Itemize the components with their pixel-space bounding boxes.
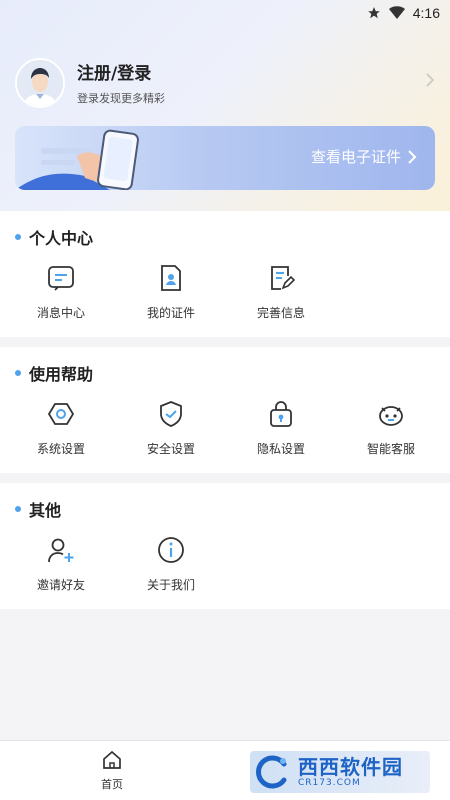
- personal-center-section: 个人中心 消息中心 我的证件 完善信息: [0, 211, 450, 337]
- grid-item-complete-info[interactable]: 完善信息: [226, 261, 336, 321]
- grid-item-system-settings[interactable]: 系统设置: [6, 397, 116, 457]
- watermark-c-logo-icon: [256, 755, 287, 789]
- grid-item-security-settings[interactable]: 安全设置: [116, 397, 226, 457]
- status-time: 4:16: [412, 5, 440, 21]
- nav-home-label: 首页: [101, 778, 123, 791]
- watermark-brand: 西西软件园: [298, 755, 403, 779]
- grid-item-my-certificates[interactable]: 我的证件: [116, 261, 226, 321]
- e-certificate-banner[interactable]: 查看电子证件: [15, 126, 435, 190]
- bottom-nav: 首页 西西软件园 CR173.COM: [0, 740, 450, 800]
- section-title: 其他: [15, 497, 61, 521]
- grid-item-label: 完善信息: [256, 306, 305, 320]
- add-user-icon: [44, 533, 78, 567]
- grid-item-label: 安全设置: [146, 442, 195, 456]
- grid-item-label: 邀请好友: [36, 578, 85, 592]
- profile-login-entry[interactable]: 注册/登录 登录发现更多精彩: [15, 55, 440, 110]
- grid-item-smart-service[interactable]: 智能客服: [336, 397, 446, 457]
- other-section: 其他 邀请好友 关于我们: [0, 483, 450, 609]
- watermark-logo: 西西软件园 CR173.COM: [250, 751, 430, 793]
- nav-home-tab[interactable]: 首页: [90, 749, 134, 792]
- view-e-certificate-button[interactable]: 查看电子证件: [311, 146, 417, 167]
- star-icon: [367, 7, 380, 19]
- grid-item-invite-friends[interactable]: 邀请好友: [6, 533, 116, 593]
- chevron-right-icon: [408, 149, 417, 164]
- section-title-text: 个人中心: [29, 229, 94, 248]
- shield-icon: [154, 397, 188, 431]
- grid-item-label: 智能客服: [366, 442, 415, 456]
- message-icon: [44, 261, 78, 295]
- chevron-right-icon[interactable]: [420, 72, 440, 93]
- grid-item-about-us[interactable]: 关于我们: [116, 533, 226, 593]
- watermark-url: CR173.COM: [298, 778, 361, 788]
- grid-item-label: 系统设置: [36, 442, 85, 456]
- lock-icon: [264, 397, 298, 431]
- settings-icon: [44, 397, 78, 431]
- grid-item-label: 我的证件: [146, 306, 195, 320]
- section-title: 使用帮助: [15, 361, 93, 385]
- wifi-icon: [388, 6, 405, 19]
- section-title-text: 使用帮助: [29, 365, 94, 384]
- grid-item-label: 关于我们: [146, 578, 195, 592]
- grid-item-message-center[interactable]: 消息中心: [6, 261, 116, 321]
- grid-item-label: 隐私设置: [256, 442, 305, 456]
- section-dot: [15, 234, 21, 240]
- section-dot: [15, 370, 21, 376]
- section-title-text: 其他: [29, 501, 62, 520]
- login-subtitle: 登录发现更多精彩: [77, 92, 165, 105]
- status-bar: 4:16: [0, 0, 450, 26]
- certificate-icon: [154, 261, 188, 295]
- avatar-person-icon: [17, 59, 63, 106]
- banner-label: 查看电子证件: [310, 148, 401, 166]
- home-icon: [103, 750, 121, 769]
- info-icon: [154, 533, 188, 567]
- section-title: 个人中心: [15, 225, 93, 249]
- avatar[interactable]: [15, 57, 65, 108]
- section-dot: [15, 506, 21, 512]
- help-section: 使用帮助 系统设置 安全设置 隐私设置 智能客服: [0, 347, 450, 473]
- robot-icon: [374, 397, 408, 431]
- grid-item-privacy-settings[interactable]: 隐私设置: [226, 397, 336, 457]
- grid-item-label: 消息中心: [36, 306, 85, 320]
- phone-hand-illustration: [15, 129, 139, 190]
- edit-info-icon: [264, 261, 298, 295]
- login-title[interactable]: 注册/登录: [77, 59, 420, 84]
